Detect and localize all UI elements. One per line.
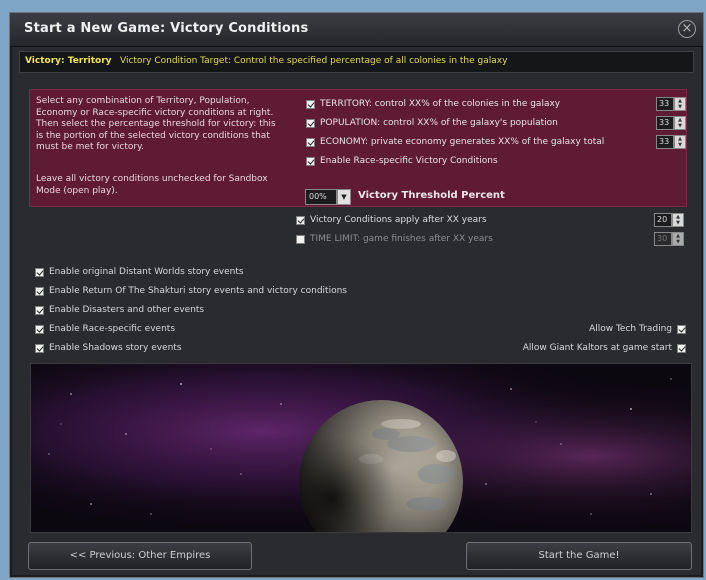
race-victory-checkbox[interactable] <box>306 156 315 166</box>
territory-stepper[interactable]: 33 ▲ ▼ <box>656 97 686 111</box>
shadows-checkbox[interactable] <box>35 343 44 353</box>
spin-down-icon[interactable]: ▼ <box>675 142 685 148</box>
population-condition[interactable]: POPULATION: control XX% of the galaxy's … <box>306 118 558 128</box>
giant-kaltors-checkbox[interactable] <box>677 343 686 353</box>
population-checkbox[interactable] <box>306 118 315 128</box>
spin-down-icon[interactable]: ▼ <box>675 123 685 129</box>
victory-after-years-label: Victory Conditions apply after XX years <box>310 215 487 225</box>
close-icon[interactable]: × <box>678 20 696 38</box>
event-option-shadows[interactable]: Enable Shadows story events <box>35 343 182 353</box>
chevron-down-icon[interactable]: ▼ <box>337 189 351 205</box>
distant-worlds-label: Enable original Distant Worlds story eve… <box>49 267 244 277</box>
economy-checkbox[interactable] <box>306 137 315 147</box>
title-bar: Start a New Game: Victory Conditions × <box>10 13 703 47</box>
economy-value[interactable]: 33 <box>656 135 674 149</box>
victory-after-years-option[interactable]: Victory Conditions apply after XX years <box>296 215 487 225</box>
threshold-label: Victory Threshold Percent <box>358 190 505 201</box>
planet-illustration <box>31 364 691 532</box>
population-stepper[interactable]: 33 ▲ ▼ <box>656 116 686 130</box>
threshold-value[interactable]: 00% <box>305 189 337 205</box>
event-option-race-events[interactable]: Enable Race-specific events <box>35 324 175 334</box>
event-option-distant-worlds[interactable]: Enable original Distant Worlds story eve… <box>35 267 244 277</box>
spin-down-icon[interactable]: ▼ <box>673 239 683 245</box>
territory-checkbox[interactable] <box>306 99 315 109</box>
instructions-text: Select any combination of Territory, Pop… <box>36 96 276 152</box>
victory-conditions-dialog: Start a New Game: Victory Conditions × V… <box>9 12 704 578</box>
previous-button[interactable]: << Previous: Other Empires <box>28 542 252 570</box>
victory-years-value[interactable]: 20 <box>654 213 672 227</box>
territory-value[interactable]: 33 <box>656 97 674 111</box>
spin-down-icon[interactable]: ▼ <box>675 104 685 110</box>
galaxy-preview-image <box>30 363 692 533</box>
shadows-label: Enable Shadows story events <box>49 343 182 353</box>
distant-worlds-checkbox[interactable] <box>35 267 44 277</box>
economy-label: ECONOMY: private economy generates XX% o… <box>320 137 605 147</box>
tech-trading-checkbox[interactable] <box>677 324 686 334</box>
race-victory-condition[interactable]: Enable Race-specific Victory Conditions <box>306 156 498 166</box>
time-limit-value[interactable]: 30 <box>654 232 672 246</box>
time-limit-label: TIME LIMIT: game finishes after XX years <box>310 234 493 244</box>
tech-trading-option[interactable]: Allow Tech Trading <box>589 324 686 334</box>
giant-kaltors-label: Allow Giant Kaltors at game start <box>522 343 672 353</box>
start-game-button[interactable]: Start the Game! <box>466 542 692 570</box>
threshold-dropdown[interactable]: 00% ▼ <box>305 189 351 205</box>
disasters-checkbox[interactable] <box>35 305 44 315</box>
giant-kaltors-option[interactable]: Allow Giant Kaltors at game start <box>523 343 686 353</box>
economy-stepper[interactable]: 33 ▲ ▼ <box>656 135 686 149</box>
time-limit-stepper[interactable]: 30 ▲ ▼ <box>654 232 684 246</box>
population-label: POPULATION: control XX% of the galaxy's … <box>320 118 558 128</box>
disasters-label: Enable Disasters and other events <box>49 305 205 315</box>
economy-condition[interactable]: ECONOMY: private economy generates XX% o… <box>306 137 604 147</box>
race-victory-label: Enable Race-specific Victory Conditions <box>320 156 498 166</box>
tech-trading-label: Allow Tech Trading <box>589 324 672 334</box>
shakturi-label: Enable Return Of The Shakturi story even… <box>49 286 347 296</box>
window-title: Start a New Game: Victory Conditions <box>24 21 309 36</box>
victory-target-description: Victory Condition Target: Control the sp… <box>120 56 508 66</box>
race-events-label: Enable Race-specific events <box>49 324 176 334</box>
spin-down-icon[interactable]: ▼ <box>673 220 683 226</box>
time-limit-checkbox[interactable] <box>296 234 305 244</box>
territory-label: TERRITORY: control XX% of the colonies i… <box>320 99 561 109</box>
event-option-disasters[interactable]: Enable Disasters and other events <box>35 305 204 315</box>
time-limit-option[interactable]: TIME LIMIT: game finishes after XX years <box>296 234 493 244</box>
shakturi-checkbox[interactable] <box>35 286 44 296</box>
population-value[interactable]: 33 <box>656 116 674 130</box>
victory-summary-bar: Victory: Territory Victory Condition Tar… <box>19 51 694 73</box>
territory-condition[interactable]: TERRITORY: control XX% of the colonies i… <box>306 99 560 109</box>
sandbox-hint-text: Leave all victory conditions unchecked f… <box>36 174 268 196</box>
event-option-shakturi[interactable]: Enable Return Of The Shakturi story even… <box>35 286 347 296</box>
race-events-checkbox[interactable] <box>35 324 44 334</box>
victory-after-years-checkbox[interactable] <box>296 215 305 225</box>
victory-type-label: Victory: Territory <box>25 56 112 66</box>
victory-conditions-panel: Select any combination of Territory, Pop… <box>29 89 687 207</box>
victory-years-stepper[interactable]: 20 ▲ ▼ <box>654 213 684 227</box>
